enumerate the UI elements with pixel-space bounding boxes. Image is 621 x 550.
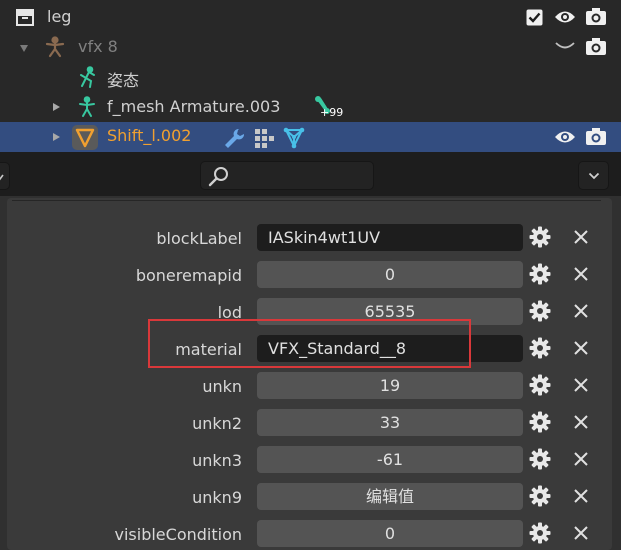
- camera-icon[interactable]: [585, 127, 607, 146]
- mesh-icon: [72, 125, 98, 150]
- armature-icon: [79, 96, 95, 117]
- outliner-panel: leg vfx 8 姿态 f_mesh Armature.003 +99 Shi…: [0, 0, 621, 152]
- property-value-field[interactable]: -61: [257, 446, 523, 473]
- gear-icon[interactable]: [529, 485, 551, 507]
- property-label: visibleCondition: [114, 525, 243, 544]
- outliner-row-pose[interactable]: 姿态: [0, 63, 621, 93]
- outliner-label-pose: 姿态: [107, 71, 140, 90]
- gear-icon[interactable]: [529, 374, 551, 396]
- chevron-down-icon: [588, 172, 600, 180]
- close-icon[interactable]: [572, 487, 590, 505]
- close-icon[interactable]: [572, 339, 590, 357]
- outliner-label-f-mesh-armature: f_mesh Armature.003: [107, 97, 281, 116]
- property-row-visiblecondition: visibleCondition 0: [0, 519, 621, 549]
- property-value-field[interactable]: 0: [257, 261, 523, 288]
- search-icon: [208, 167, 228, 187]
- property-value-field[interactable]: 33: [257, 409, 523, 436]
- pose-icon: [80, 66, 95, 88]
- vertex-groups-icon[interactable]: [253, 127, 275, 149]
- wrench-icon[interactable]: [223, 127, 245, 149]
- mesh-data-icon[interactable]: [282, 126, 306, 150]
- children-count-badge: +99: [320, 106, 344, 119]
- property-row-unkn9: unkn9 编辑值: [0, 482, 621, 512]
- outliner-row-shift-l-002[interactable]: Shift_l.002: [0, 122, 621, 152]
- property-row-unkn2: unkn2 33: [0, 408, 621, 438]
- property-label: boneremapid: [135, 266, 242, 285]
- outliner-label-vfx-8: vfx 8: [78, 37, 118, 56]
- armature-icon: [45, 36, 65, 58]
- edit-value-button[interactable]: 编辑值: [257, 483, 523, 510]
- editor-type-button[interactable]: [0, 162, 10, 190]
- gear-icon[interactable]: [529, 337, 551, 359]
- outliner-row-vfx-8[interactable]: vfx 8: [0, 33, 621, 63]
- property-label: unkn3: [192, 451, 242, 470]
- chevron-down-icon: [0, 174, 4, 181]
- property-label: blockLabel: [156, 229, 242, 248]
- close-icon[interactable]: [572, 228, 590, 246]
- camera-icon[interactable]: [585, 7, 607, 26]
- eye-icon[interactable]: [554, 129, 576, 145]
- close-icon[interactable]: [572, 524, 590, 542]
- close-icon[interactable]: [572, 450, 590, 468]
- property-label: unkn: [202, 377, 242, 396]
- outliner-label-shift-l-002: Shift_l.002: [107, 126, 192, 145]
- expand-arrow-icon[interactable]: [53, 133, 60, 141]
- checkbox-icon[interactable]: [526, 9, 543, 26]
- gear-icon[interactable]: [529, 300, 551, 322]
- camera-icon[interactable]: [585, 37, 607, 56]
- close-icon[interactable]: [572, 302, 590, 320]
- options-dropdown-button[interactable]: [578, 161, 609, 190]
- close-icon[interactable]: [572, 376, 590, 394]
- gear-icon[interactable]: [529, 263, 551, 285]
- properties-header: [0, 152, 621, 196]
- eye-icon[interactable]: [554, 9, 576, 25]
- gear-icon[interactable]: [529, 522, 551, 544]
- collection-icon: [16, 9, 34, 26]
- close-icon[interactable]: [572, 265, 590, 283]
- close-icon[interactable]: [572, 413, 590, 431]
- expand-arrow-icon[interactable]: [53, 103, 60, 111]
- property-row-blocklabel: blockLabel IASkin4wt1UV: [0, 223, 621, 253]
- gear-icon[interactable]: [529, 448, 551, 470]
- property-row-boneremapid: boneremapid 0: [0, 260, 621, 290]
- gear-icon[interactable]: [529, 411, 551, 433]
- panel-divider: [12, 200, 601, 201]
- expand-arrow-icon[interactable]: [20, 45, 28, 52]
- property-value-field[interactable]: 19: [257, 372, 523, 399]
- outliner-label-leg: leg: [47, 7, 72, 26]
- property-label: unkn9: [192, 488, 242, 507]
- property-row-unkn3: unkn3 -61: [0, 445, 621, 475]
- outliner-row-f-mesh-armature[interactable]: f_mesh Armature.003 +99: [0, 93, 621, 123]
- property-label: unkn2: [192, 414, 242, 433]
- material-highlight-box: [148, 319, 471, 368]
- property-value-field[interactable]: 0: [257, 520, 523, 547]
- gear-icon[interactable]: [529, 226, 551, 248]
- search-field[interactable]: [200, 161, 374, 190]
- outliner-row-leg[interactable]: leg: [0, 3, 621, 33]
- property-value-field[interactable]: IASkin4wt1UV: [257, 224, 523, 251]
- hide-eye-icon[interactable]: [554, 41, 576, 51]
- property-row-unkn: unkn 19: [0, 371, 621, 401]
